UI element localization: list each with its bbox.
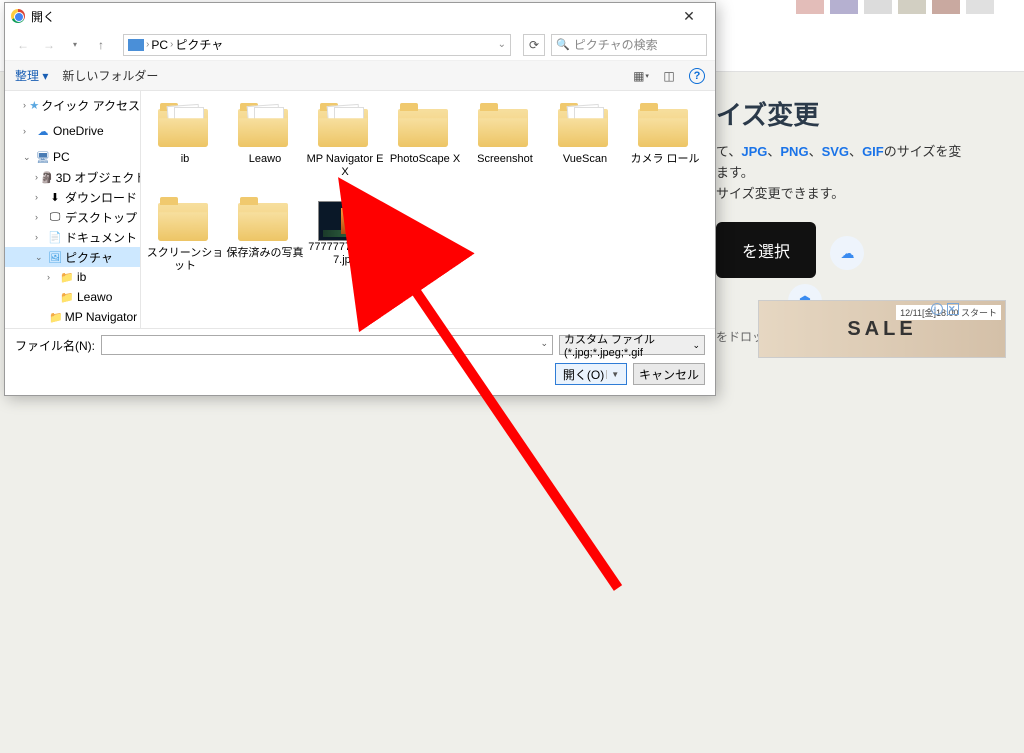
file-label: 保存済みの写真 <box>227 247 304 260</box>
file-label: VueScan <box>563 153 607 166</box>
file-label: PhotoScape X <box>390 153 460 166</box>
folder-icon <box>158 203 208 241</box>
file-label: Screenshot <box>477 153 533 166</box>
search-placeholder: ピクチャの検索 <box>574 36 658 53</box>
breadcrumb-dropdown-icon[interactable]: ⌄ <box>498 39 506 50</box>
help-button[interactable]: ? <box>689 68 705 84</box>
file-label: カメラ ロール <box>630 153 699 166</box>
breadcrumb-folder[interactable]: ピクチャ <box>175 36 223 53</box>
tree-pictures[interactable]: ⌄🖼ピクチャ <box>5 247 140 267</box>
cloud-upload-icon[interactable]: ☁ <box>830 236 864 270</box>
page-title: イズ変更 <box>716 95 1006 132</box>
folder-icon <box>478 109 528 147</box>
image-thumbnail <box>318 201 372 241</box>
file-item[interactable]: Leawo <box>225 101 305 191</box>
cancel-button[interactable]: キャンセル <box>633 363 705 385</box>
breadcrumb[interactable]: › PC › ピクチャ ⌄ <box>123 34 511 56</box>
dialog-title: 開く <box>31 8 55 25</box>
file-item[interactable]: スクリーンショット <box>145 195 225 285</box>
page-description: て、JPG、PNG、SVG、GIFのサイズを変 ます。 サイズ変更できます。 <box>716 142 1006 204</box>
new-folder-button[interactable]: 新しいフォルダー <box>62 67 158 84</box>
file-type-filter[interactable]: カスタム ファイル (*.jpg;*.jpeg;*.gif⌄ <box>559 335 705 355</box>
tree-mpnav[interactable]: 📁MP Navigator E <box>5 307 140 327</box>
file-open-dialog: 開く ✕ ← → ▾ ↑ › PC › ピクチャ ⌄ ⟳ 🔍 ピクチャの検索 整… <box>4 2 716 396</box>
tree-documents[interactable]: ›📄ドキュメント <box>5 227 140 247</box>
folder-icon <box>638 109 688 147</box>
search-input[interactable]: 🔍 ピクチャの検索 <box>551 34 707 56</box>
dialog-titlebar: 開く ✕ <box>5 3 715 29</box>
pc-icon <box>128 39 144 51</box>
tree-downloads[interactable]: ›⬇ダウンロード <box>5 187 140 207</box>
chrome-icon <box>11 9 25 23</box>
tree-quick-access[interactable]: ›★クイック アクセス <box>5 95 140 115</box>
tree-desktop[interactable]: ›🖵デスクトップ <box>5 207 140 227</box>
file-list[interactable]: ib Leawo MP Navigator EX PhotoScape X Screen… <box>141 91 715 328</box>
ad-close-icon[interactable]: ✕ <box>947 303 959 315</box>
up-button[interactable]: ↑ <box>91 35 111 55</box>
refresh-button[interactable]: ⟳ <box>523 34 545 56</box>
file-label: スクリーンショット <box>145 247 225 273</box>
tree-onedrive[interactable]: ›☁OneDrive <box>5 121 140 141</box>
folder-icon <box>558 109 608 147</box>
tree-pc[interactable]: ⌄🖥PC <box>5 147 140 167</box>
advertisement[interactable]: SALE 12/11[金]18:00 スタート i ✕ <box>758 300 1006 358</box>
sidebar-tree: ›★クイック アクセス ›☁OneDrive ⌄🖥PC ›🗿3D オブジェクト … <box>5 91 141 328</box>
file-label: MP Navigator EX <box>305 153 385 179</box>
open-button[interactable]: 開く(O)▼ <box>555 363 627 385</box>
view-options-button[interactable]: ▦▾ <box>629 65 653 87</box>
tree-ib[interactable]: ›📁ib <box>5 267 140 287</box>
toolbar: 整理 ▾ 新しいフォルダー ▦▾ ◫ ? <box>5 61 715 91</box>
breadcrumb-pc[interactable]: PC <box>151 38 168 52</box>
dialog-footer: ファイル名(N): ⌄ カスタム ファイル (*.jpg;*.jpeg;*.gi… <box>5 328 715 395</box>
close-button[interactable]: ✕ <box>669 4 709 28</box>
file-label: Leawo <box>249 153 281 166</box>
recent-dropdown[interactable]: ▾ <box>65 35 85 55</box>
file-item[interactable]: 7777777777777.jpg <box>305 195 385 285</box>
folder-icon <box>318 109 368 147</box>
folder-icon <box>398 109 448 147</box>
filename-input[interactable]: ⌄ <box>101 335 553 355</box>
filename-label: ファイル名(N): <box>15 337 95 354</box>
forward-button[interactable]: → <box>39 35 59 55</box>
tree-leawo[interactable]: 📁Leawo <box>5 287 140 307</box>
select-button[interactable]: を選択 <box>716 222 816 278</box>
back-button[interactable]: ← <box>13 35 33 55</box>
ad-info-icon[interactable]: i <box>931 303 943 315</box>
navigation-bar: ← → ▾ ↑ › PC › ピクチャ ⌄ ⟳ 🔍 ピクチャの検索 <box>5 29 715 61</box>
preview-pane-button[interactable]: ◫ <box>657 65 681 87</box>
file-item[interactable]: PhotoScape X <box>385 101 465 191</box>
file-item[interactable]: VueScan <box>545 101 625 191</box>
folder-icon <box>238 109 288 147</box>
file-item[interactable]: 保存済みの写真 <box>225 195 305 285</box>
organize-menu[interactable]: 整理 ▾ <box>15 67 48 84</box>
file-item[interactable]: Screenshot <box>465 101 545 191</box>
file-label: ib <box>181 153 190 166</box>
file-item[interactable]: カメラ ロール <box>625 101 705 191</box>
open-dropdown-icon[interactable]: ▼ <box>606 370 619 379</box>
file-label: 7777777777777.jpg <box>305 241 385 267</box>
tree-3d-objects[interactable]: ›🗿3D オブジェクト <box>5 167 140 187</box>
folder-icon <box>238 203 288 241</box>
file-item[interactable]: MP Navigator EX <box>305 101 385 191</box>
search-icon: 🔍 <box>556 38 570 51</box>
folder-icon <box>158 109 208 147</box>
file-item[interactable]: ib <box>145 101 225 191</box>
